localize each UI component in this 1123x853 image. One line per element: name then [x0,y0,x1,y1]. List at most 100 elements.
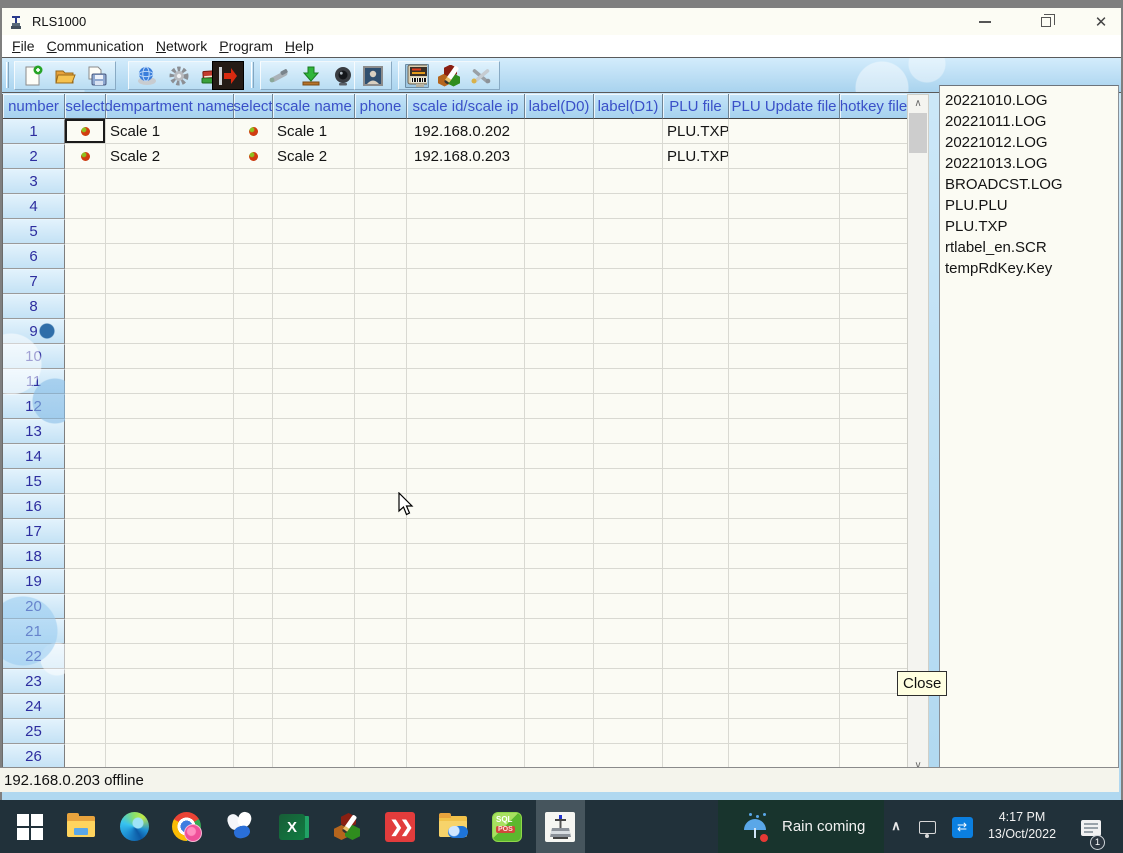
table-cell[interactable] [594,444,663,469]
table-cell[interactable] [594,544,663,569]
table-cell[interactable] [407,269,525,294]
table-cell[interactable] [106,319,234,344]
table-cell[interactable] [355,244,407,269]
table-cell[interactable] [525,494,594,519]
table-cell[interactable] [407,694,525,719]
scrollbar-thumb[interactable] [909,113,927,153]
table-cell[interactable] [273,369,355,394]
table-cell[interactable] [273,594,355,619]
table-cell[interactable] [65,319,106,344]
table-cell[interactable] [407,744,525,769]
table-cell[interactable] [840,419,907,444]
new-file-icon[interactable] [21,64,45,88]
row-header[interactable]: 9 [3,319,65,344]
table-cell[interactable] [355,294,407,319]
table-cell[interactable] [729,644,840,669]
table-cell[interactable] [65,169,106,194]
table-cell[interactable] [729,244,840,269]
table-cell[interactable] [594,744,663,769]
table-cell[interactable] [106,294,234,319]
table-cell[interactable] [729,594,840,619]
table-cell[interactable] [106,719,234,744]
table-cell[interactable] [355,319,407,344]
user-card-icon[interactable] [361,64,385,88]
table-cell[interactable] [729,144,840,169]
table-cell[interactable] [106,219,234,244]
table-cell[interactable] [840,694,907,719]
table-cell[interactable] [525,294,594,319]
table-cell[interactable] [273,219,355,244]
table-cell[interactable] [594,494,663,519]
table-cell[interactable] [840,144,907,169]
menu-communication[interactable]: Communication [47,38,144,54]
restore-button[interactable] [1024,8,1068,35]
table-cell[interactable] [355,119,407,144]
table-cell[interactable] [355,644,407,669]
toolbar-grip[interactable] [6,62,9,88]
table-cell[interactable] [106,744,234,769]
table-cell[interactable] [594,644,663,669]
table-cell[interactable] [234,419,273,444]
table-cell[interactable] [525,719,594,744]
table-cell[interactable] [729,469,840,494]
table-cell[interactable] [106,544,234,569]
table-cell[interactable] [407,569,525,594]
table-cell[interactable] [273,644,355,669]
menu-help[interactable]: Help [285,38,314,54]
table-cell[interactable] [840,619,907,644]
table-cell[interactable] [407,344,525,369]
table-cell[interactable] [234,369,273,394]
table-cell[interactable] [234,144,273,169]
table-cell[interactable] [840,544,907,569]
row-header[interactable]: 5 [3,219,65,244]
table-cell[interactable] [840,394,907,419]
table-cell[interactable] [234,119,273,144]
label-editor-icon[interactable] [332,812,362,842]
file-item[interactable]: 20221011.LOG [945,111,1118,132]
table-cell[interactable] [525,669,594,694]
scroll-up-icon[interactable]: ∧ [908,95,928,112]
table-cell[interactable] [594,719,663,744]
table-cell[interactable] [663,469,729,494]
row-header[interactable]: 10 [3,344,65,369]
table-cell[interactable] [355,694,407,719]
table-cell[interactable] [234,169,273,194]
table-cell[interactable] [65,219,106,244]
table-cell[interactable] [840,569,907,594]
table-cell[interactable] [234,194,273,219]
table-cell[interactable] [65,394,106,419]
edge-icon[interactable] [120,812,150,842]
table-cell[interactable] [65,444,106,469]
table-cell[interactable] [234,444,273,469]
row-header[interactable]: 14 [3,444,65,469]
onedrive-folder-icon[interactable] [438,812,468,842]
table-cell[interactable] [355,544,407,569]
chrome-icon[interactable] [172,812,202,842]
table-cell[interactable] [525,744,594,769]
row-header[interactable]: 15 [3,469,65,494]
table-cell[interactable] [729,669,840,694]
table-cell[interactable]: Scale 2 [273,144,355,169]
row-header[interactable]: 25 [3,719,65,744]
table-cell[interactable] [663,344,729,369]
table-cell[interactable] [840,319,907,344]
row-header[interactable]: 17 [3,519,65,544]
table-cell[interactable] [234,244,273,269]
row-header[interactable]: 23 [3,669,65,694]
row-header[interactable]: 1 [3,119,65,144]
table-cell[interactable] [65,344,106,369]
table-cell[interactable] [407,444,525,469]
table-cell[interactable] [65,619,106,644]
table-cell[interactable] [106,569,234,594]
table-cell[interactable] [729,719,840,744]
table-cell[interactable] [729,444,840,469]
table-cell[interactable] [729,619,840,644]
table-cell[interactable] [407,394,525,419]
table-cell[interactable] [663,594,729,619]
table-cell[interactable] [663,219,729,244]
row-header[interactable]: 4 [3,194,65,219]
table-cell[interactable] [594,144,663,169]
row-header[interactable]: 26 [3,744,65,769]
table-cell[interactable] [663,494,729,519]
settings-gear-icon[interactable] [167,64,191,88]
